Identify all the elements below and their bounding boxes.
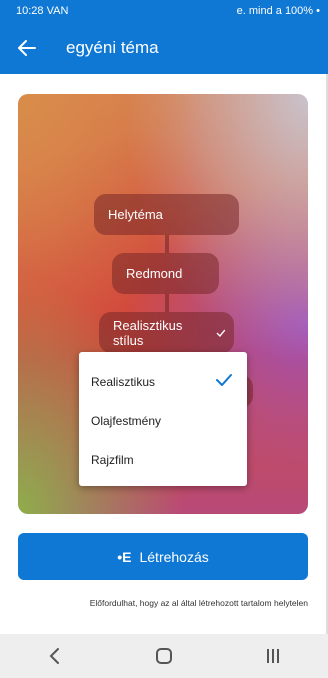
nav-home-button[interactable] xyxy=(134,634,194,678)
checkmark-icon xyxy=(216,374,232,386)
chip-redmond[interactable]: Redmond xyxy=(112,253,219,294)
dropdown-option-label: Realisztikus xyxy=(91,374,156,389)
nav-back-button[interactable] xyxy=(25,634,85,678)
back-button[interactable] xyxy=(2,22,52,74)
status-bar: 10:28 VAN e. mind a 100% • xyxy=(0,0,328,22)
status-right: e. mind a 100% • xyxy=(237,5,320,17)
chevron-left-icon xyxy=(49,648,59,664)
chip-redmond-label: Redmond xyxy=(126,266,183,281)
page-title: egyéni téma xyxy=(66,38,159,57)
chip-location-theme[interactable]: Helytéma xyxy=(94,194,239,235)
dropdown-option-oil-painting[interactable]: Olajfestmény xyxy=(79,401,247,440)
chip-style[interactable]: Realisztikus stílus xyxy=(99,312,234,353)
check-icon xyxy=(216,329,226,337)
ai-disclaimer: Előfordulhat, hogy az al által létrehozo… xyxy=(89,598,308,608)
create-button-label: Létrehozás xyxy=(139,548,209,565)
recents-icon xyxy=(267,649,280,663)
status-dot: • xyxy=(316,5,320,17)
chip-style-label: Realisztikus stílus xyxy=(113,317,183,348)
create-button[interactable]: •E Létrehozás xyxy=(18,533,308,580)
status-time: 10:28 xyxy=(16,5,44,17)
app-bar: egyéni téma xyxy=(0,22,328,74)
dropdown-option-label: Olajfestmény xyxy=(91,413,162,428)
nav-recents-button[interactable] xyxy=(243,634,303,678)
chip-connector xyxy=(165,294,169,312)
status-battery-text: e. mind a 100% xyxy=(236,5,314,17)
dropdown-option-cartoon[interactable]: Rajzfilm xyxy=(79,440,247,479)
style-dropdown-menu: Realisztikus Olajfestmény Rajzfilm xyxy=(79,352,247,486)
arrow-left-icon xyxy=(18,40,36,56)
chip-location-theme-label: Helytéma xyxy=(108,207,163,222)
chip-connector xyxy=(165,235,169,253)
status-left: 10:28 VAN xyxy=(16,5,68,17)
create-icon: •E xyxy=(117,548,132,565)
status-carrier: VAN xyxy=(46,5,69,17)
system-nav-bar xyxy=(0,634,328,678)
home-square-icon xyxy=(155,648,172,664)
dropdown-option-realistic[interactable]: Realisztikus xyxy=(79,362,247,401)
dropdown-option-label: Rajzfilm xyxy=(91,452,134,467)
